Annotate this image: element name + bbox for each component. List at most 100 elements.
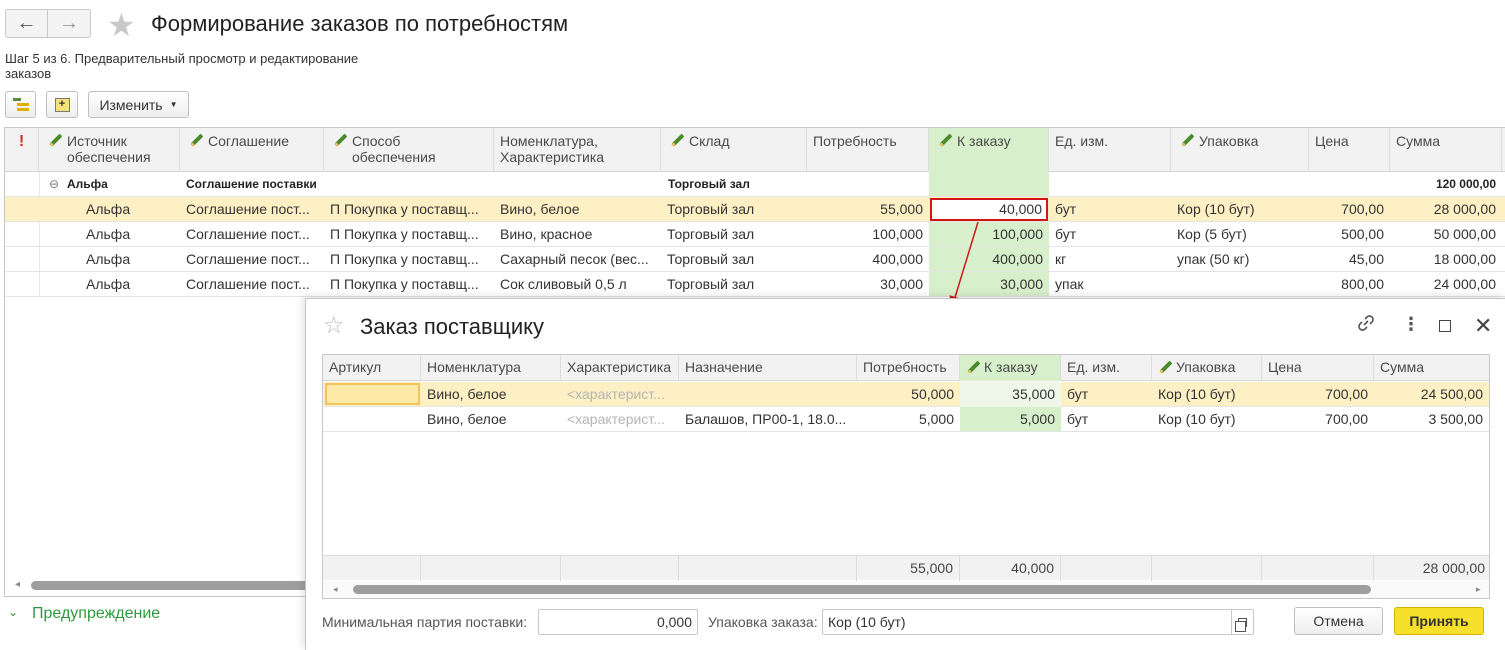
header-source[interactable]: Источник обеспечения — [39, 128, 180, 172]
scroll-left-icon[interactable]: ◂ — [15, 579, 20, 590]
header-unit-label: Ед. изм. — [1055, 133, 1109, 149]
row-to-order[interactable]: 30,000 — [929, 272, 1049, 297]
header-warehouse-label: Склад — [689, 133, 730, 149]
link-icon[interactable] — [1356, 313, 1376, 333]
to-order-edit-field[interactable]: 40,000 — [930, 198, 1048, 221]
dialog-horizontal-scrollbar[interactable] — [353, 585, 1371, 594]
row-unit: кг — [1055, 251, 1067, 267]
header-flag[interactable]: ! — [5, 128, 39, 172]
header-need[interactable]: Потребность — [807, 128, 929, 172]
dheader-to-order[interactable]: К заказу — [960, 355, 1061, 381]
dheader-to-order-label: К заказу — [984, 359, 1038, 375]
open-form-icon[interactable] — [1231, 610, 1253, 634]
header-package[interactable]: Упаковка — [1171, 128, 1309, 172]
maximize-icon[interactable] — [1439, 320, 1451, 332]
table-row[interactable]: Альфа Соглашение пост... П Покупка у пос… — [5, 247, 1505, 272]
collapse-toggle-icon[interactable]: ⊖ — [43, 172, 63, 197]
dheader-package-label: Упаковка — [1176, 359, 1236, 375]
arrow-left-icon: ← — [16, 12, 37, 34]
row-to-order[interactable]: 100,000 — [929, 222, 1049, 247]
pencil-icon — [1181, 134, 1194, 147]
add-group-button[interactable]: + — [46, 91, 78, 118]
row-sum: 24 000,00 — [1433, 276, 1496, 292]
header-sum[interactable]: Сумма — [1390, 128, 1502, 172]
scroll-right-icon[interactable]: ▸ — [1476, 584, 1481, 595]
page-title: Формирование заказов по потребностям — [151, 11, 569, 36]
pencil-icon — [967, 361, 980, 374]
min-batch-field[interactable]: 0,000 — [538, 609, 698, 635]
header-nomenclature[interactable]: Номенклатура, Характеристика — [494, 128, 661, 172]
dialog-row[interactable]: Вино, белое <характерист... 50,000 35,00… — [323, 382, 1489, 407]
row-method: П Покупка у поставщ... — [330, 276, 479, 292]
drow-package: Кор (10 бут) — [1158, 411, 1236, 427]
row-package: Кор (10 бут) — [1177, 201, 1255, 217]
group-agreement: Соглашение поставки — [186, 177, 317, 191]
drow-to-order[interactable]: 5,000 — [960, 407, 1061, 432]
change-label: Изменить — [99, 96, 163, 113]
dialog-table-header: Артикул Номенклатура Характеристика Назн… — [323, 355, 1489, 381]
dialog-table: Артикул Номенклатура Характеристика Назн… — [322, 354, 1490, 599]
article-edit-field[interactable] — [325, 383, 420, 405]
dialog-table-footer: 55,000 40,000 28 000,00 — [323, 555, 1489, 581]
row-nomenclature: Вино, красное — [500, 226, 593, 242]
table-row[interactable]: Альфа Соглашение пост... П Покупка у пос… — [5, 272, 1505, 297]
total-to-order: 40,000 — [960, 556, 1061, 581]
group-warehouse: Торговый зал — [668, 177, 750, 191]
horizontal-scrollbar[interactable] — [31, 581, 331, 590]
dheader-purpose[interactable]: Назначение — [679, 355, 857, 381]
dheader-sum[interactable]: Сумма — [1374, 355, 1489, 381]
pencil-icon — [671, 134, 684, 147]
drow-purpose: Балашов, ПР00-1, 18.0... — [685, 411, 847, 427]
row-source: Альфа — [86, 201, 131, 217]
row-unit: бут — [1055, 201, 1077, 217]
back-button[interactable]: ← — [5, 9, 48, 38]
warning-section-toggle[interactable]: Предупреждение — [32, 605, 160, 623]
row-to-order[interactable]: 400,000 — [929, 247, 1049, 272]
row-agreement: Соглашение пост... — [186, 251, 310, 267]
dheader-need[interactable]: Потребность — [857, 355, 960, 381]
dheader-nomenclature[interactable]: Номенклатура — [421, 355, 561, 381]
drow-nomenclature: Вино, белое — [427, 386, 507, 402]
dialog-row[interactable]: Вино, белое <характерист... Балашов, ПР0… — [323, 407, 1489, 432]
forward-button[interactable]: → — [48, 9, 91, 38]
header-method[interactable]: Способ обеспечения — [324, 128, 494, 172]
group-row[interactable]: ⊖ Альфа Соглашение поставки Торговый зал… — [5, 172, 1505, 197]
row-unit: упак — [1055, 276, 1084, 292]
row-sum: 28 000,00 — [1433, 201, 1496, 217]
favorite-star-icon[interactable]: ☆ — [323, 311, 345, 340]
chevron-down-icon[interactable]: ⌄ — [8, 605, 18, 619]
drow-need: 5,000 — [918, 411, 954, 427]
header-unit[interactable]: Ед. изм. — [1049, 128, 1171, 172]
row-nomenclature: Сок сливовый 0,5 л — [500, 276, 627, 292]
header-agreement[interactable]: Соглашение — [180, 128, 324, 172]
table-row[interactable]: Альфа Соглашение пост... П Покупка у пос… — [5, 197, 1505, 222]
cancel-button[interactable]: Отмена — [1294, 607, 1383, 635]
favorite-star-icon[interactable]: ★ — [107, 6, 136, 44]
expand-tree-button[interactable] — [5, 91, 36, 118]
header-to-order[interactable]: К заказу — [929, 128, 1049, 172]
header-warehouse[interactable]: Склад — [661, 128, 807, 172]
close-icon[interactable]: ✕ — [1474, 313, 1492, 339]
row-method: П Покупка у поставщ... — [330, 201, 479, 217]
accept-button[interactable]: Принять — [1394, 607, 1484, 635]
package-field[interactable]: Кор (10 бут) — [822, 609, 1254, 635]
pencil-icon — [1159, 361, 1172, 374]
scroll-left-icon[interactable]: ◂ — [333, 584, 338, 595]
dheader-unit[interactable]: Ед. изм. — [1061, 355, 1152, 381]
row-need: 30,000 — [880, 276, 923, 292]
dheader-article[interactable]: Артикул — [323, 355, 421, 381]
more-options-icon[interactable]: ⋮ — [1402, 315, 1420, 333]
row-unit: бут — [1055, 226, 1077, 242]
row-sum: 18 000,00 — [1433, 251, 1496, 267]
table-row[interactable]: Альфа Соглашение пост... П Покупка у пос… — [5, 222, 1505, 247]
dialog-title: Заказ поставщику — [360, 314, 544, 339]
change-menu-button[interactable]: Изменить ▼ — [88, 91, 189, 118]
table-header: ! Источник обеспечения Соглашение Способ… — [5, 128, 1505, 172]
row-agreement: Соглашение пост... — [186, 201, 310, 217]
row-package: упак (50 кг) — [1177, 251, 1250, 267]
dheader-package[interactable]: Упаковка — [1152, 355, 1262, 381]
header-price[interactable]: Цена — [1309, 128, 1390, 172]
dheader-characteristic[interactable]: Характеристика — [561, 355, 679, 381]
dheader-price[interactable]: Цена — [1262, 355, 1374, 381]
drow-to-order[interactable]: 35,000 — [960, 382, 1061, 407]
